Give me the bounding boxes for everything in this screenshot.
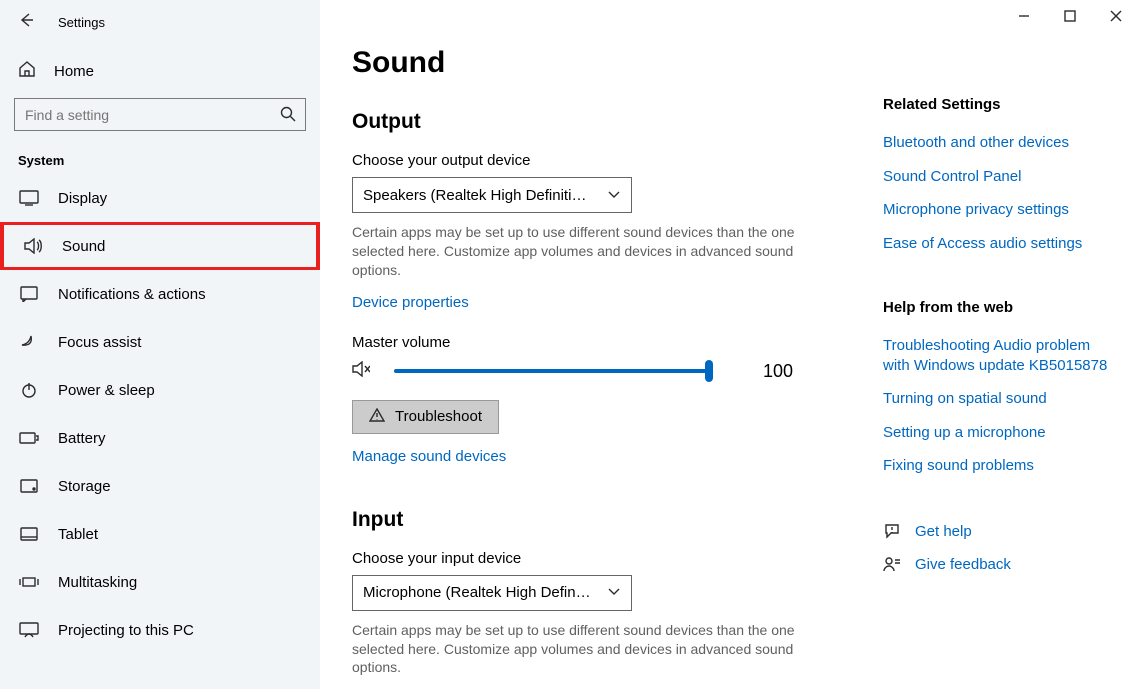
help-link[interactable]: Setting up a microphone <box>883 423 1113 443</box>
related-link[interactable]: Microphone privacy settings <box>883 200 1113 220</box>
volume-slider[interactable] <box>394 369 709 373</box>
sidebar-item-label: Storage <box>58 478 111 495</box>
sidebar-item-tablet[interactable]: Tablet <box>0 510 320 558</box>
sidebar-item-storage[interactable]: Storage <box>0 462 320 510</box>
sidebar-item-label: Notifications & actions <box>58 286 206 303</box>
search-icon <box>280 106 296 127</box>
focus-assist-icon <box>18 334 40 350</box>
sidebar-item-label: Display <box>58 190 107 207</box>
mute-icon[interactable] <box>352 361 370 382</box>
close-button[interactable] <box>1093 0 1139 32</box>
projecting-icon <box>18 622 40 638</box>
page-title: Sound <box>352 46 1107 80</box>
sidebar-item-projecting[interactable]: Projecting to this PC <box>0 606 320 654</box>
troubleshoot-button[interactable]: Troubleshoot <box>352 400 499 434</box>
sidebar-item-display[interactable]: Display <box>0 174 320 222</box>
search-container <box>14 98 306 131</box>
help-link[interactable]: Fixing sound problems <box>883 456 1113 476</box>
get-help-row[interactable]: Get help <box>883 522 1113 542</box>
chevron-down-icon <box>607 187 621 204</box>
input-device-value: Microphone (Realtek High Definitio… <box>363 584 593 601</box>
sidebar-item-battery[interactable]: Battery <box>0 414 320 462</box>
help-link[interactable]: Turning on spatial sound <box>883 389 1113 409</box>
sidebar-item-label: Tablet <box>58 526 98 543</box>
sidebar-item-label: Projecting to this PC <box>58 622 194 639</box>
sidebar-item-label: Battery <box>58 430 106 447</box>
sidebar-item-label: Focus assist <box>58 334 141 351</box>
sidebar-item-notifications[interactable]: Notifications & actions <box>0 270 320 318</box>
related-link[interactable]: Sound Control Panel <box>883 167 1113 187</box>
minimize-icon <box>1018 10 1030 22</box>
sidebar-home-label: Home <box>54 63 94 80</box>
battery-icon <box>18 432 40 444</box>
window-controls <box>1001 0 1139 32</box>
notifications-icon <box>18 286 40 302</box>
input-desc: Certain apps may be set up to use differ… <box>352 621 802 678</box>
sidebar-item-label: Sound <box>62 238 105 255</box>
help-link[interactable]: Troubleshooting Audio problem with Windo… <box>883 336 1113 375</box>
sidebar-home[interactable]: Home <box>0 50 320 92</box>
related-panel: Related Settings Bluetooth and other dev… <box>883 96 1113 575</box>
main-content: Sound Output Choose your output device S… <box>320 0 1139 689</box>
help-heading: Help from the web <box>883 299 1113 316</box>
home-icon <box>18 60 36 82</box>
output-device-value: Speakers (Realtek High Definition A… <box>363 187 593 204</box>
sidebar-item-focus-assist[interactable]: Focus assist <box>0 318 320 366</box>
sidebar-category: System <box>0 137 320 174</box>
related-heading: Related Settings <box>883 96 1113 113</box>
related-link[interactable]: Ease of Access audio settings <box>883 234 1113 254</box>
maximize-button[interactable] <box>1047 0 1093 32</box>
back-button[interactable] <box>18 12 34 33</box>
sidebar-item-label: Power & sleep <box>58 382 155 399</box>
feedback-link[interactable]: Give feedback <box>915 555 1011 575</box>
volume-thumb[interactable] <box>705 360 713 382</box>
feedback-row[interactable]: Give feedback <box>883 555 1113 575</box>
feedback-icon <box>883 557 901 573</box>
sidebar-item-power[interactable]: Power & sleep <box>0 366 320 414</box>
sidebar-items: Display Sound Notifications & actions Fo… <box>0 174 320 654</box>
back-arrow-icon <box>18 12 34 28</box>
power-icon <box>18 382 40 398</box>
multitasking-icon <box>18 575 40 589</box>
sidebar: Settings Home System Display Sound Notif… <box>0 0 320 689</box>
input-device-select[interactable]: Microphone (Realtek High Definitio… <box>352 575 632 611</box>
search-input[interactable] <box>14 98 306 131</box>
close-icon <box>1110 10 1122 22</box>
tablet-icon <box>18 527 40 541</box>
storage-icon <box>18 479 40 493</box>
sidebar-item-label: Multitasking <box>58 574 137 591</box>
manage-sound-link[interactable]: Manage sound devices <box>352 448 506 465</box>
chevron-down-icon <box>607 584 621 601</box>
warning-icon <box>369 408 385 426</box>
minimize-button[interactable] <box>1001 0 1047 32</box>
maximize-icon <box>1064 10 1076 22</box>
get-help-link[interactable]: Get help <box>915 522 972 542</box>
display-icon <box>18 190 40 206</box>
sound-icon <box>22 238 44 254</box>
output-desc: Certain apps may be set up to use differ… <box>352 223 802 280</box>
sidebar-header: Settings <box>0 0 320 44</box>
device-properties-link[interactable]: Device properties <box>352 294 469 311</box>
volume-value: 100 <box>763 361 793 382</box>
troubleshoot-label: Troubleshoot <box>395 408 482 425</box>
related-link[interactable]: Bluetooth and other devices <box>883 133 1113 153</box>
output-device-select[interactable]: Speakers (Realtek High Definition A… <box>352 177 632 213</box>
sidebar-item-multitasking[interactable]: Multitasking <box>0 558 320 606</box>
help-icon <box>883 523 901 539</box>
sidebar-item-sound[interactable]: Sound <box>0 222 320 270</box>
app-name: Settings <box>58 15 105 30</box>
